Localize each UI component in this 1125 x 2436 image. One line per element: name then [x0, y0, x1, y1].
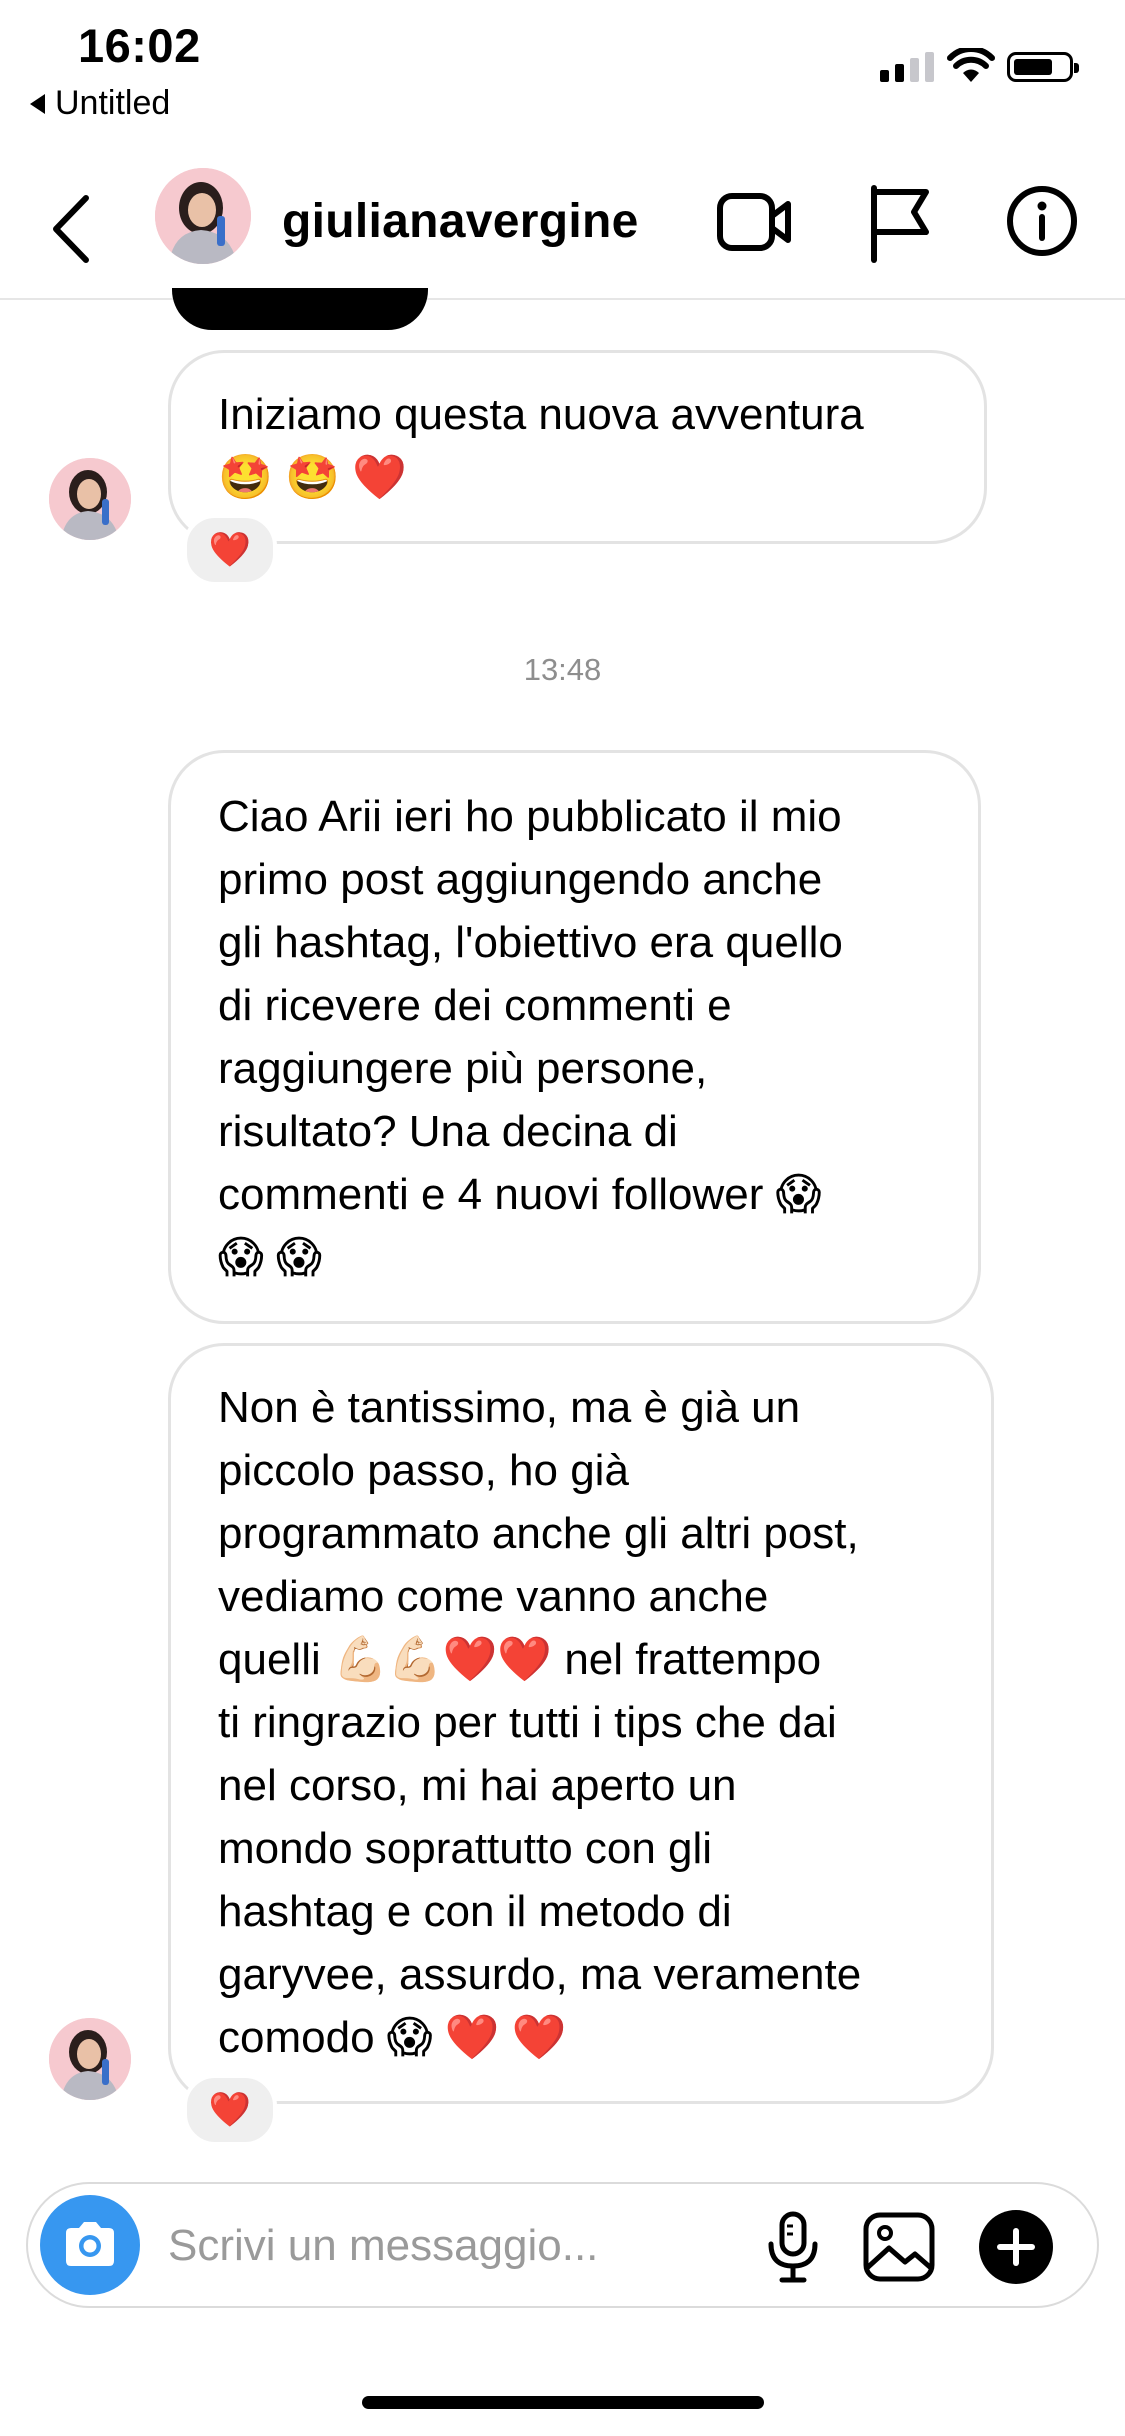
- info-icon: [1007, 186, 1077, 256]
- info-button[interactable]: [1005, 184, 1079, 263]
- message-bubble[interactable]: Iniziamo questa nuova avventura 🤩 🤩 ❤️: [168, 350, 987, 544]
- report-button[interactable]: [868, 184, 932, 269]
- message-reaction[interactable]: ❤️: [183, 514, 277, 586]
- chat-header: giulianavergine: [0, 160, 1125, 300]
- message-composer: [26, 2182, 1099, 2308]
- camera-button[interactable]: [40, 2195, 140, 2295]
- camera-icon: [66, 2222, 114, 2266]
- message-bubble[interactable]: Non è tantissimo, ma è già un piccolo pa…: [168, 1343, 994, 2104]
- more-options-button[interactable]: [979, 2210, 1053, 2284]
- back-triangle-icon: [30, 93, 45, 114]
- video-camera-icon: [717, 193, 791, 251]
- wifi-icon: [947, 46, 995, 89]
- cellular-signal-icon: [880, 52, 934, 82]
- sender-avatar[interactable]: [49, 458, 131, 540]
- gallery-button[interactable]: [861, 2210, 937, 2289]
- image-gallery-icon: [863, 2212, 935, 2282]
- plus-icon: [997, 2228, 1035, 2266]
- voice-message-button[interactable]: [758, 2210, 828, 2289]
- chat-username[interactable]: giulianavergine: [282, 194, 639, 249]
- message-timestamp: 13:48: [523, 652, 602, 687]
- previous-message-bubble[interactable]: [172, 288, 428, 330]
- back-to-app-link[interactable]: Untitled: [30, 84, 170, 123]
- video-call-button[interactable]: [716, 188, 792, 263]
- message-bubble[interactable]: Ciao Arii ieri ho pubblicato il mio prim…: [168, 750, 981, 1324]
- back-app-label: Untitled: [55, 84, 171, 122]
- message-text: Non è tantissimo, ma è già un piccolo pa…: [218, 1383, 862, 2062]
- microphone-icon: [768, 2211, 818, 2283]
- battery-icon: [1007, 52, 1079, 82]
- message-text: Ciao Arii ieri ho pubblicato il mio prim…: [218, 792, 843, 1282]
- battery-level: [1014, 59, 1052, 75]
- message-reaction[interactable]: ❤️: [183, 2074, 277, 2146]
- flag-icon: [871, 185, 929, 263]
- message-text: Iniziamo questa nuova avventura 🤩 🤩 ❤️: [218, 390, 864, 502]
- message-input[interactable]: [168, 2214, 728, 2278]
- home-indicator[interactable]: [362, 2396, 764, 2409]
- back-button[interactable]: [48, 190, 98, 268]
- chevron-left-icon: [53, 195, 89, 263]
- sender-avatar[interactable]: [49, 2018, 131, 2100]
- status-time: 16:02: [78, 19, 201, 72]
- header-avatar[interactable]: [155, 168, 251, 264]
